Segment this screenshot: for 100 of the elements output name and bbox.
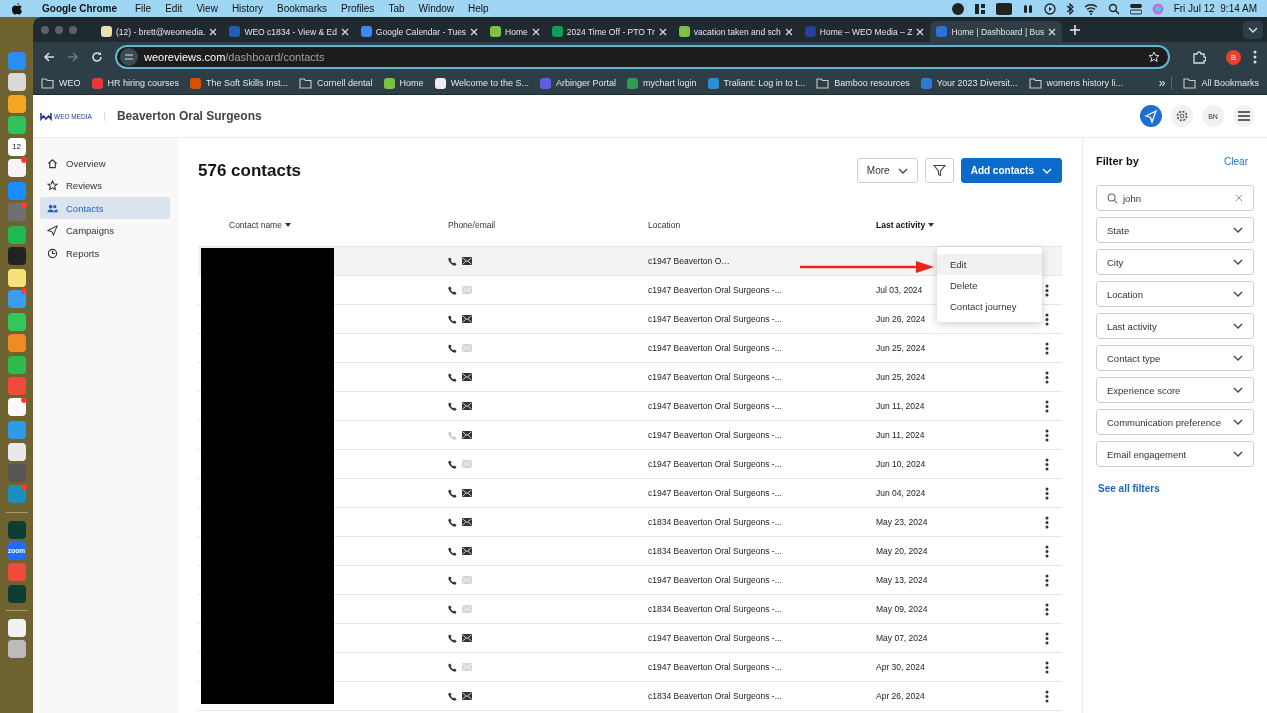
menu-icon[interactable] [1233, 105, 1255, 127]
nav-item[interactable]: Contacts [40, 197, 170, 219]
menu-item[interactable]: File [135, 3, 152, 14]
menu-item[interactable]: Profiles [341, 3, 375, 14]
bookmark-star-icon[interactable] [1148, 51, 1160, 63]
more-actions-icon[interactable] [1045, 370, 1049, 384]
menu-option[interactable]: Edit [937, 254, 1042, 275]
add-contacts-button[interactable]: Add contacts [960, 158, 1062, 183]
app-icon[interactable] [7, 268, 26, 287]
filter-dropdown[interactable]: Communication preference [1096, 409, 1254, 435]
more-actions-icon[interactable] [1045, 573, 1049, 587]
menu-item[interactable]: Tab [388, 3, 405, 14]
app-icon[interactable]: 12 [7, 137, 26, 156]
menu-item[interactable]: History [231, 3, 263, 14]
menu-item[interactable]: Help [468, 3, 489, 14]
wifi-icon[interactable] [1083, 2, 1098, 15]
earbuds-icon[interactable] [1021, 2, 1034, 15]
menu-item[interactable]: Bookmarks [277, 3, 327, 14]
forward-icon[interactable] [67, 51, 79, 63]
column-header[interactable]: Location [648, 220, 876, 231]
app-icon[interactable] [7, 618, 26, 637]
reload-icon[interactable] [91, 51, 103, 63]
status-icon[interactable] [995, 2, 1012, 15]
more-actions-icon[interactable] [1045, 341, 1049, 355]
app-icon[interactable] [7, 442, 26, 461]
bookmark[interactable]: Home [383, 77, 424, 89]
bookmark[interactable]: Traliant: Log in to t... [707, 77, 806, 89]
play-icon[interactable] [1043, 2, 1056, 15]
status-icon[interactable] [951, 2, 964, 15]
bookmark[interactable]: All Bookmarks [1183, 77, 1259, 89]
clear-icon[interactable] [1235, 194, 1243, 202]
clear-link[interactable]: Clear [1224, 155, 1248, 167]
browser-tab[interactable]: 2024 Time Off - PTO Tr [545, 21, 673, 42]
more-actions-icon[interactable] [1045, 515, 1049, 529]
menu-item[interactable]: Window [418, 3, 455, 14]
app-icon[interactable] [7, 312, 26, 331]
menu-app-name[interactable]: Google Chrome [42, 3, 117, 14]
nav-item[interactable]: Reviews [40, 174, 170, 197]
bookmark[interactable]: mychart login [627, 77, 697, 89]
apple-icon[interactable] [12, 2, 22, 15]
bookmark[interactable]: Arbinger Portal [540, 77, 617, 89]
more-actions-icon[interactable] [1045, 457, 1049, 471]
more-actions-icon[interactable] [1045, 660, 1049, 674]
filter-dropdown[interactable]: Last activity [1096, 313, 1254, 339]
filter-dropdown[interactable]: City [1096, 249, 1254, 275]
app-icon[interactable] [7, 116, 26, 135]
column-header[interactable]: Contact name [198, 220, 448, 231]
more-actions-icon[interactable] [1045, 486, 1049, 500]
close-icon[interactable] [916, 27, 925, 36]
bookmark[interactable]: Welcome to the S... [434, 77, 529, 89]
app-icon[interactable] [7, 73, 26, 92]
menu-option[interactable]: Delete [937, 275, 1042, 296]
more-actions-icon[interactable] [1045, 689, 1049, 703]
browser-tab[interactable]: vacation taken and sch [672, 21, 799, 42]
address-field[interactable]: weoreviews.com/dashboard/contacts [115, 45, 1170, 69]
browser-tab[interactable]: Home | Dashboard | Bus [930, 21, 1063, 42]
bookmark[interactable]: womens history li... [1028, 77, 1124, 89]
filter-dropdown[interactable]: Experience score [1096, 377, 1254, 403]
close-icon[interactable] [1048, 27, 1057, 36]
bookmarks-overflow[interactable]: » [1158, 76, 1173, 90]
app-icon[interactable] [7, 247, 26, 266]
profile-avatar[interactable]: B [1226, 49, 1241, 65]
close-icon[interactable] [658, 27, 667, 36]
back-icon[interactable] [43, 51, 55, 63]
bookmark[interactable]: The Soft Skills Inst... [190, 77, 289, 89]
nav-item[interactable]: Overview [40, 152, 170, 174]
filter-dropdown[interactable]: State [1096, 217, 1254, 243]
bluetooth-icon[interactable] [1065, 2, 1074, 15]
browser-tab[interactable]: Home – WEO Media – Z [798, 21, 931, 42]
more-actions-icon[interactable] [1045, 631, 1049, 645]
more-actions-icon[interactable] [1045, 399, 1049, 413]
bookmark[interactable]: Bamboo resources [816, 77, 910, 89]
more-actions-icon[interactable] [1045, 283, 1049, 297]
more-button[interactable]: More [856, 158, 918, 183]
bookmark[interactable]: Cornell dental [299, 77, 373, 89]
browser-tab[interactable]: WEO c1834 - View & Ed [223, 21, 355, 42]
browser-tab[interactable]: Home [484, 21, 546, 42]
close-icon[interactable] [470, 27, 479, 36]
browser-tab[interactable]: Google Calendar - Tues [354, 21, 485, 42]
settings-icon[interactable] [1171, 105, 1193, 127]
puzzle-icon[interactable] [1192, 50, 1206, 64]
bookmark[interactable]: Your 2023 Diversit... [920, 77, 1018, 89]
column-header[interactable]: Phone/email [448, 220, 648, 231]
bookmark[interactable]: HR hiring courses [91, 77, 180, 89]
new-tab-icon[interactable] [1070, 24, 1081, 35]
more-actions-icon[interactable] [1045, 312, 1049, 326]
filter-dropdown[interactable]: Location [1096, 281, 1254, 307]
send-icon[interactable] [1140, 105, 1162, 127]
toggle-icon[interactable] [1129, 2, 1142, 15]
search-icon[interactable] [1107, 2, 1120, 15]
menu-item[interactable]: View [196, 3, 218, 14]
more-actions-icon[interactable] [1045, 544, 1049, 558]
column-header[interactable]: Last activity [876, 220, 1062, 231]
nav-item[interactable]: Campaigns [40, 219, 170, 242]
close-icon[interactable] [784, 27, 793, 36]
filter-dropdown[interactable]: Email engagement [1096, 441, 1254, 467]
app-icon[interactable] [7, 94, 26, 113]
filter-dropdown[interactable]: Contact type [1096, 345, 1254, 371]
app-icon[interactable] [7, 639, 26, 658]
nav-item[interactable]: Reports [40, 242, 170, 264]
